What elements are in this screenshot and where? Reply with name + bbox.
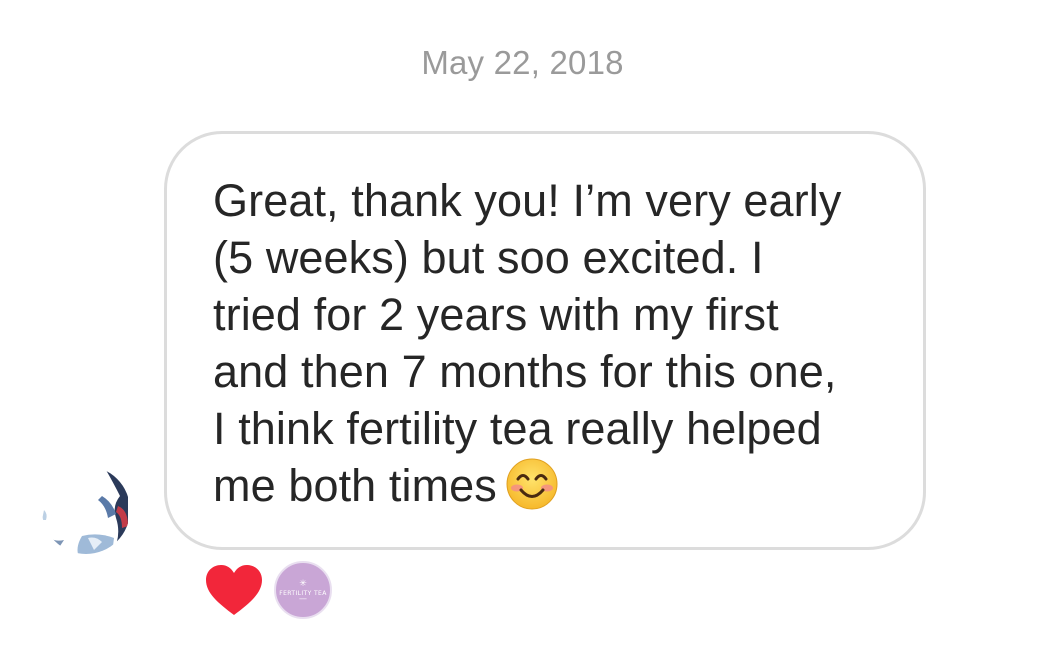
- sender-avatar[interactable]: [42, 466, 130, 554]
- reactor-logo-star-icon: ✳: [299, 578, 307, 589]
- message-timestamp: May 22, 2018: [421, 44, 624, 81]
- reactor-logo-subline: ━━━━: [299, 596, 307, 601]
- reactor-avatar[interactable]: ✳ FERTILITY TEA ━━━━: [274, 561, 332, 619]
- smiling-face-emoji-icon: [505, 457, 559, 524]
- message-reactions[interactable]: ✳ FERTILITY TEA ━━━━: [204, 560, 332, 620]
- reactor-brand-text: FERTILITY TEA: [279, 589, 327, 597]
- sender-avatar-image: [42, 466, 130, 554]
- heart-icon[interactable]: [204, 563, 264, 617]
- message-bubble[interactable]: Great, thank you! I’m very early (5 week…: [164, 131, 926, 550]
- message-text: Great, thank you! I’m very early (5 week…: [213, 172, 883, 524]
